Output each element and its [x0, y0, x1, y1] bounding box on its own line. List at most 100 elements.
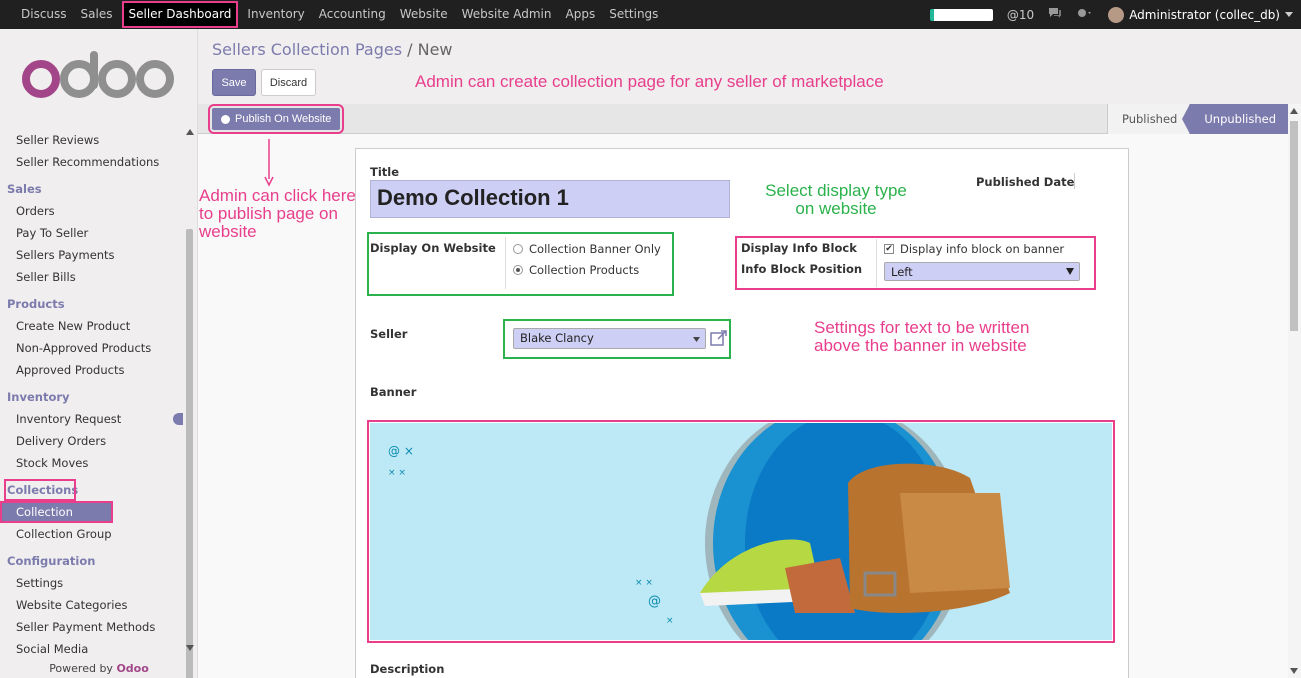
stage-unpublished[interactable]: Unpublished	[1182, 104, 1288, 134]
odoo-logo[interactable]	[22, 47, 174, 105]
description-label: Description	[370, 662, 445, 676]
radio-label: Collection Products	[529, 262, 640, 277]
sidebar-section-collections: Collections	[4, 479, 78, 501]
menu-website-admin[interactable]: Website Admin	[455, 0, 559, 29]
select-value: Left	[891, 265, 913, 279]
top-navbar: Discuss Sales Seller Dashboard Inventory…	[0, 0, 1301, 29]
sidebar-scrollbar[interactable]	[184, 129, 194, 678]
title-input[interactable]: Demo Collection 1	[370, 180, 730, 218]
main-scroll-thumb[interactable]	[1290, 121, 1298, 331]
radio-collection-banner-only[interactable]: Collection Banner Only	[513, 238, 661, 259]
checkbox-label: Display info block on banner	[900, 241, 1065, 256]
menu-seller-dashboard[interactable]: Seller Dashboard	[121, 1, 239, 28]
avatar	[1108, 6, 1125, 23]
form-statusbar: Publish On Website Published Unpublished	[198, 104, 1288, 134]
published-date-field[interactable]	[1074, 173, 1075, 189]
sidebar-item-non-approved-products[interactable]: Non-Approved Products	[0, 337, 183, 359]
app-menu: Discuss Sales Seller Dashboard Inventory…	[14, 0, 665, 29]
radio-button-selected-icon[interactable]	[513, 264, 523, 275]
scroll-down-icon[interactable]	[1290, 668, 1298, 674]
menu-sales[interactable]: Sales	[74, 0, 120, 29]
published-date-label: Published Date	[976, 175, 1075, 189]
stage-selector: Published Unpublished	[1106, 104, 1288, 134]
sidebar-menu: Seller Reviews Seller Recommendations Sale…	[0, 129, 183, 659]
caret-down-icon	[1285, 11, 1293, 17]
annotation-admin-create: Admin can create collection page for any…	[415, 72, 884, 91]
menu-accounting[interactable]: Accounting	[312, 0, 393, 29]
discard-button[interactable]: Discard	[261, 69, 316, 96]
save-button[interactable]: Save	[212, 69, 256, 96]
systray: @10 Administrator (collec_db)	[929, 0, 1293, 29]
sidebar-item-orders[interactable]: Orders	[0, 200, 183, 222]
user-name: Administrator (collec_db)	[1129, 7, 1280, 22]
radio-collection-products[interactable]: Collection Products	[513, 259, 661, 280]
sidebar-item-create-new-product[interactable]: Create New Product	[0, 315, 183, 337]
info-block-position-select[interactable]: Left	[884, 262, 1080, 281]
notification-badge	[173, 413, 183, 425]
seller-value: Blake Clancy	[520, 331, 594, 345]
annotation-display-type: Select display type on website	[765, 181, 907, 218]
radio-label: Collection Banner Only	[529, 241, 661, 256]
breadcrumb: Sellers Collection Pages / New	[212, 40, 453, 59]
debug-bug-icon[interactable]	[1076, 7, 1094, 22]
display-info-block-checkbox[interactable]: ✔ Display info block on banner	[884, 238, 1064, 259]
sidebar-item-collection-page[interactable]: Collection Page	[0, 501, 113, 541]
sidebar-item-website-categories[interactable]: Website Categories	[0, 594, 183, 616]
sidebar-item-collection-group[interactable]: Collection Group	[0, 523, 183, 545]
banner-group	[367, 420, 1115, 643]
publish-on-website-button[interactable]: Publish On Website	[207, 104, 345, 134]
sidebar-item-social-media[interactable]: Social Media	[0, 638, 183, 659]
main-scrollbar[interactable]	[1288, 104, 1301, 678]
annotation-info-settings: Settings for text to be written above th…	[814, 318, 1030, 355]
radio-button-icon[interactable]	[513, 243, 523, 254]
display-on-website-label: Display On Website	[370, 241, 496, 255]
menu-apps[interactable]: Apps	[559, 0, 603, 29]
scroll-up-icon[interactable]	[186, 129, 194, 135]
sidebar-section-products: Products	[7, 297, 65, 311]
stage-published[interactable]: Published	[1106, 104, 1190, 134]
menu-inventory[interactable]: Inventory	[240, 0, 311, 29]
control-panel: Sellers Collection Pages / New Save Disc…	[198, 29, 1301, 104]
main-content: Sellers Collection Pages / New Save Disc…	[198, 29, 1301, 678]
powered-by: Powered by Odoo	[0, 660, 198, 678]
progress-bar	[929, 8, 993, 21]
display-info-block-label: Display Info Block	[741, 241, 857, 255]
info-block-position-label: Info Block Position	[741, 262, 863, 276]
sidebar-item-seller-reviews[interactable]: Seller Reviews	[0, 129, 183, 151]
checkbox-checked-icon[interactable]: ✔	[884, 243, 894, 254]
caret-down-icon	[693, 337, 700, 342]
menu-discuss[interactable]: Discuss	[14, 0, 74, 29]
chat-icon[interactable]	[1048, 7, 1062, 22]
sidebar-item-pay-to-seller[interactable]: Pay To Seller	[0, 222, 183, 244]
sidebar-item-delivery-orders[interactable]: Delivery Orders	[0, 430, 183, 452]
sidebar-scroll-thumb[interactable]	[186, 229, 193, 678]
title-label: Title	[370, 165, 400, 179]
sidebar-item-approved-products[interactable]: Approved Products	[0, 359, 183, 381]
caret-down-icon	[1066, 268, 1074, 275]
sidebar-item-settings[interactable]: Settings	[0, 572, 183, 594]
scroll-up-icon[interactable]	[1290, 108, 1298, 114]
sidebar-item-seller-bills[interactable]: Seller Bills	[0, 266, 183, 288]
sidebar-item-inventory-request[interactable]: Inventory Request	[0, 408, 183, 430]
seller-select[interactable]: Blake Clancy	[513, 328, 706, 349]
breadcrumb-separator: /	[407, 40, 413, 59]
external-link-icon[interactable]	[710, 329, 728, 350]
publish-button-label: Publish On Website	[235, 113, 332, 125]
breadcrumb-parent[interactable]: Sellers Collection Pages	[212, 40, 402, 59]
user-menu[interactable]: Administrator (collec_db)	[1108, 6, 1293, 23]
sidebar-item-seller-recommendations[interactable]: Seller Recommendations	[0, 151, 183, 173]
field-separator	[876, 239, 877, 287]
menu-settings[interactable]: Settings	[602, 0, 665, 29]
scroll-down-icon[interactable]	[186, 645, 194, 651]
sidebar-item-seller-payment-methods[interactable]: Seller Payment Methods	[0, 616, 183, 638]
sidebar-item-sellers-payments[interactable]: Sellers Payments	[0, 244, 183, 266]
annotation-publish-hint: Admin can click here to publish page on …	[199, 186, 356, 241]
powered-by-brand[interactable]: Odoo	[116, 662, 148, 675]
field-separator	[505, 237, 506, 289]
powered-by-label: Powered by	[49, 662, 113, 675]
breadcrumb-current: New	[417, 40, 453, 59]
seller-label: Seller	[370, 327, 408, 341]
mentions-counter[interactable]: @10	[1007, 8, 1034, 22]
menu-website[interactable]: Website	[393, 0, 455, 29]
sidebar-item-stock-moves[interactable]: Stock Moves	[0, 452, 183, 474]
